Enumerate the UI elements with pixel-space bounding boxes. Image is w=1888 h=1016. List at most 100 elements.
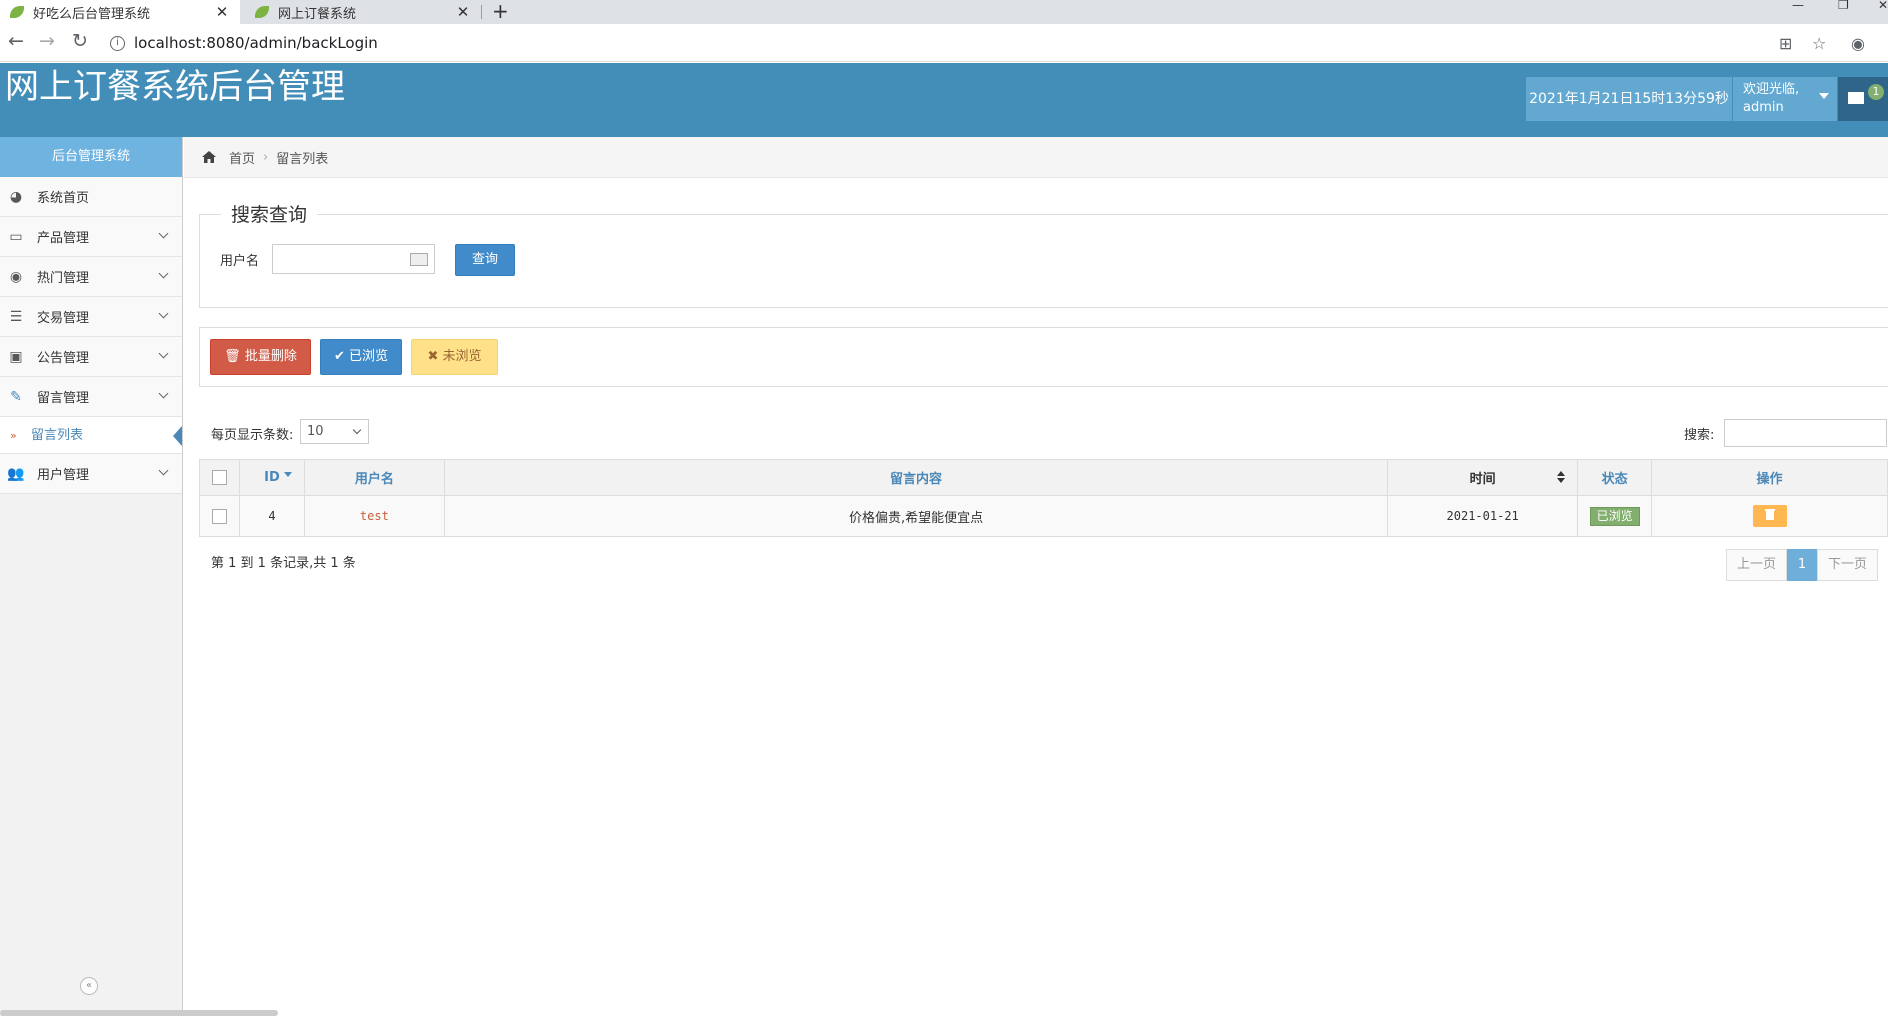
username: admin [1743, 100, 1784, 115]
forward-icon[interactable]: → [35, 30, 59, 52]
search-legend: 搜索查询 [221, 200, 318, 227]
info-icon[interactable]: i [110, 35, 125, 51]
breadcrumb-current: 留言列表 [276, 151, 329, 167]
sidebar-item-orders[interactable]: ☰ 交易管理 [0, 297, 182, 337]
row-checkbox[interactable] [211, 508, 227, 524]
sidebar-item-label: 用户管理 [37, 468, 90, 483]
sidebar-item-users[interactable]: 👥 用户管理 [0, 454, 182, 494]
row-select-cell [199, 495, 240, 537]
column-header-label: 操作 [1756, 472, 1783, 487]
trash-icon: 🗑 [224, 349, 241, 364]
url-field[interactable]: i localhost:8080/admin/backLogin [110, 29, 378, 57]
user-menu[interactable]: 欢迎光临, admin [1733, 77, 1837, 121]
breadcrumb: 首页 › 留言列表 [184, 137, 1888, 178]
next-page-button[interactable]: 下一页 [1817, 549, 1878, 581]
translate-icon[interactable]: ⊞ [1779, 34, 1792, 53]
browser-tab-bar: 好吃么后台管理系统 ✕ 网上订餐系统 ✕ + — ❐ ✕ [0, 0, 1888, 24]
users-icon: 👥 [7, 465, 25, 482]
cell-id: 4 [238, 495, 305, 537]
filter-input[interactable] [1724, 419, 1887, 447]
home-icon[interactable] [201, 150, 217, 164]
trash-icon-body [1765, 511, 1774, 520]
sidebar-item-label: 留言管理 [37, 391, 90, 406]
cell-time: 2021-01-21 [1387, 495, 1579, 537]
cell-status: 已浏览 [1577, 495, 1653, 537]
app-title: 网上订餐系统后台管理 [5, 67, 345, 107]
list-icon: ☰ [9, 308, 23, 325]
sidebar-item-messages[interactable]: ✎ 留言管理 [0, 377, 182, 417]
username-label: 用户名 [220, 254, 260, 269]
chevron-down-icon [158, 348, 169, 359]
breadcrumb-home[interactable]: 首页 [229, 148, 255, 167]
sidebar-item-notices[interactable]: ▣ 公告管理 [0, 337, 182, 377]
messages-table: ID 用户名 留言内容 时间 状态 操作 4 test 价格偏贵,希望能便宜点 … [199, 459, 1888, 537]
sidebar-item-hot[interactable]: ◉ 热门管理 [0, 257, 182, 297]
filter-label: 搜索: [1684, 428, 1715, 443]
envelope-icon [1848, 92, 1864, 104]
mark-read-label: 已浏览 [349, 349, 389, 364]
page-size-select[interactable]: 10 [300, 419, 369, 444]
breadcrumb-separator: › [263, 149, 269, 165]
cell-content: 价格偏贵,希望能便宜点 [443, 495, 1389, 537]
restore-icon[interactable]: ❐ [1838, 0, 1849, 14]
times-icon: ✖ [427, 349, 439, 364]
mark-unread-button[interactable]: ✖ 未浏览 [411, 339, 498, 375]
browser-tab-shop[interactable]: 网上订餐系统 ✕ [245, 0, 481, 24]
column-header-status: 状态 [1577, 459, 1653, 496]
sidebar-item-label: 热门管理 [37, 271, 90, 286]
chevron-down-icon [158, 388, 169, 399]
query-button[interactable]: 查询 [455, 244, 515, 276]
caret-down-icon [1819, 93, 1829, 99]
column-header-id[interactable]: ID [238, 459, 305, 496]
cell-username: test [303, 495, 445, 537]
picture-icon: ▣ [9, 348, 23, 365]
horizontal-scrollbar[interactable] [0, 1010, 278, 1016]
sidebar-item-label: 公告管理 [37, 351, 90, 366]
sidebar-item-products[interactable]: ▭ 产品管理 [0, 217, 182, 257]
star-icon[interactable]: ☆ [1812, 34, 1826, 53]
select-all-cell [199, 459, 240, 496]
column-header-label: 时间 [1469, 472, 1496, 487]
browser-tab-admin[interactable]: 好吃么后台管理系统 ✕ [0, 0, 240, 24]
minimize-icon[interactable]: — [1792, 0, 1804, 14]
mark-unread-label: 未浏览 [442, 349, 482, 364]
collapse-sidebar-icon[interactable]: « [80, 977, 98, 995]
page-size-label: 每页显示条数: [211, 428, 294, 443]
edit-icon: ✎ [10, 388, 22, 405]
leaf-icon [255, 6, 269, 18]
username-search-input[interactable] [272, 244, 435, 274]
page-button-current[interactable]: 1 [1787, 549, 1817, 581]
column-header-content: 留言内容 [443, 459, 1389, 496]
chevron-down-icon [158, 308, 169, 319]
chevron-down-icon [158, 228, 169, 239]
batch-delete-button[interactable]: 🗑 批量删除 [210, 339, 311, 375]
mark-read-button[interactable]: ✔ 已浏览 [320, 339, 402, 375]
chevron-down-icon [158, 268, 169, 279]
account-icon[interactable]: ◉ [1851, 34, 1865, 53]
prev-page-button[interactable]: 上一页 [1726, 549, 1787, 581]
desktop-icon: ▭ [9, 228, 23, 245]
tab-divider [481, 5, 482, 19]
delete-row-button[interactable] [1752, 505, 1787, 527]
sort-icon [1557, 471, 1566, 485]
sidebar-title: 后台管理系统 [0, 137, 182, 177]
active-pointer [173, 426, 182, 446]
sidebar-subitem-message-list[interactable]: » 留言列表 [0, 417, 182, 454]
new-tab-icon[interactable]: + [492, 0, 509, 24]
sort-desc-icon [283, 472, 292, 477]
close-icon[interactable]: ✕ [214, 3, 230, 21]
column-header-actions: 操作 [1651, 459, 1888, 496]
column-header-time[interactable]: 时间 [1387, 459, 1579, 496]
username-link[interactable]: test [360, 509, 389, 523]
cell-actions [1651, 495, 1888, 537]
reload-icon[interactable]: ↻ [68, 30, 92, 52]
window-close-icon[interactable]: ✕ [1878, 0, 1888, 14]
mail-button[interactable]: 1 [1838, 77, 1888, 121]
close-icon[interactable]: ✕ [455, 3, 471, 21]
back-icon[interactable]: ← [4, 30, 28, 52]
url-text: localhost:8080/admin/backLogin [134, 34, 378, 52]
dashboard-icon: ◕ [9, 188, 23, 205]
status-badge: 已浏览 [1589, 506, 1640, 526]
select-all-checkbox[interactable] [211, 470, 227, 485]
sidebar-item-home[interactable]: ◕ 系统首页 [0, 177, 182, 217]
